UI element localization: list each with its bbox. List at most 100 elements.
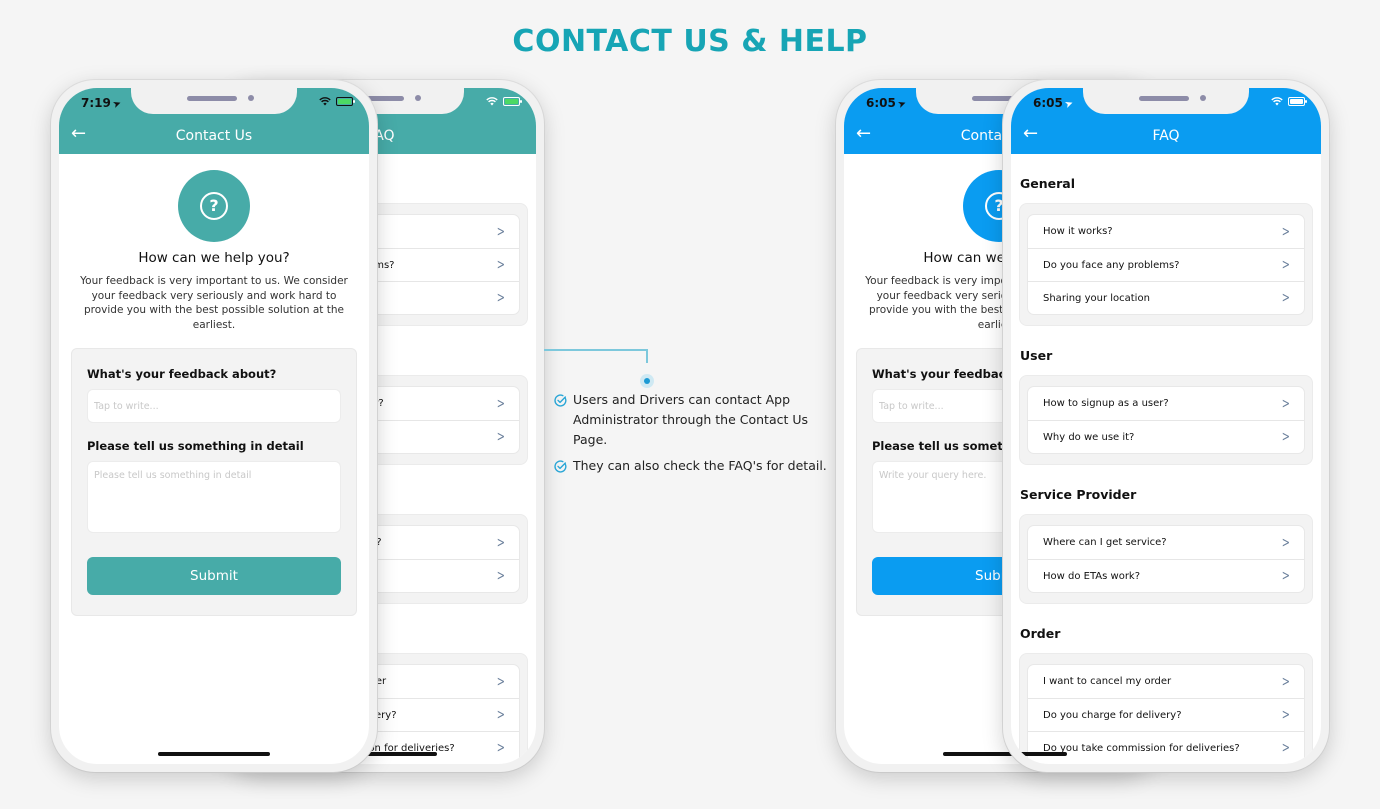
status-icons	[1271, 97, 1307, 106]
faq-question: Where can I get service?	[1043, 537, 1167, 548]
chevron-right-icon: >	[1282, 673, 1291, 690]
teal-contact-phone: 7:19➤ ← Contact Us ? How can we help you…	[51, 80, 377, 772]
feature-note: Users and Drivers can contact App Admini…	[554, 390, 834, 450]
chevron-right-icon: >	[497, 257, 506, 273]
chevron-right-icon: >	[1282, 395, 1291, 412]
nav-title: FAQ	[1152, 128, 1180, 144]
chevron-right-icon: >	[1282, 223, 1291, 240]
chevron-right-icon: >	[497, 707, 506, 723]
faq-question: Do you charge for delivery?	[1043, 709, 1182, 721]
faq-question: Do you face any problems?	[1043, 259, 1180, 271]
status-icons	[319, 97, 355, 106]
faq-question: Sharing your location	[1043, 292, 1150, 304]
faq-item[interactable]: Why do we use it? >	[1028, 420, 1304, 453]
chevron-right-icon: >	[497, 395, 506, 412]
feedback-label: What's your feedback about?	[87, 367, 277, 381]
detail-textarea[interactable]	[87, 461, 341, 533]
check-circle-icon	[554, 394, 567, 407]
teal-contact-header: 7:19➤ ← Contact Us	[59, 88, 369, 154]
home-indicator	[1011, 752, 1067, 756]
chevron-right-icon: >	[497, 429, 506, 445]
wifi-icon	[319, 97, 331, 106]
teal-contact-screen: 7:19➤ ← Contact Us ? How can we help you…	[59, 88, 369, 764]
faq-item[interactable]: I want to cancel my order >	[1028, 665, 1304, 698]
status-time: 7:19➤	[81, 96, 123, 112]
blue-faq-screen: 6:05➤ ← FAQ General How it works? > Do you …	[1011, 88, 1321, 764]
check-circle-icon	[554, 460, 567, 473]
faq-question: I want to cancel my order	[1043, 676, 1172, 687]
help-heading: How can we help you?	[138, 250, 290, 266]
faq-section-title: Order	[1020, 626, 1061, 641]
status-icons	[486, 97, 522, 106]
chevron-right-icon: >	[497, 534, 506, 551]
faq-group: I want to cancel my order>Do you charge …	[1019, 653, 1313, 764]
chevron-right-icon: >	[1282, 257, 1291, 273]
faq-question: How to signup as a user?	[1043, 398, 1169, 409]
faq-question: Why do we use it?	[1043, 431, 1135, 443]
faq-question-list: Where can I get service?>How do ETAs wor…	[1027, 525, 1305, 593]
feedback-input[interactable]	[87, 389, 341, 423]
home-indicator	[158, 752, 270, 756]
faq-item[interactable]: How it works? >	[1028, 215, 1304, 248]
feature-note: They can also check the FAQ's for detail…	[554, 456, 834, 476]
status-time: 6:05➤	[1033, 96, 1075, 112]
blue-faq-phone: 6:05➤ ← FAQ General How it works? > Do you …	[1003, 80, 1329, 772]
connector-line	[544, 349, 648, 351]
location-arrow-icon: ➤	[1063, 97, 1075, 112]
wifi-icon	[1271, 97, 1283, 106]
faq-list: GeneralHow it works?>Do you face any pro…	[1011, 154, 1321, 764]
notch	[131, 88, 297, 114]
faq-item[interactable]: How do ETAs work? >	[1028, 559, 1304, 592]
battery-icon	[1288, 97, 1307, 106]
chevron-right-icon: >	[1282, 568, 1291, 584]
faq-item[interactable]: Do you charge for delivery? >	[1028, 698, 1304, 731]
chevron-right-icon: >	[497, 673, 506, 690]
chevron-right-icon: >	[1282, 534, 1291, 551]
chevron-right-icon: >	[497, 568, 506, 584]
status-time: 6:05➤	[866, 96, 908, 112]
contact-form-area: ? How can we help you? Your feedback is …	[59, 154, 369, 616]
location-arrow-icon: ➤	[896, 97, 908, 112]
battery-charging-icon	[503, 97, 522, 106]
help-description: Your feedback is very important to us. W…	[80, 275, 348, 331]
chevron-right-icon: >	[1282, 290, 1291, 306]
battery-charging-icon	[336, 97, 355, 106]
faq-question-list: I want to cancel my order>Do you charge …	[1027, 664, 1305, 764]
chevron-right-icon: >	[497, 290, 506, 306]
chevron-right-icon: >	[1282, 429, 1291, 445]
faq-section-title: Service Provider	[1020, 487, 1137, 502]
connector-dot	[640, 374, 654, 388]
faq-item[interactable]: Sharing your location >	[1028, 281, 1304, 314]
faq-section: GeneralHow it works?>Do you face any pro…	[1019, 176, 1313, 326]
nav-title: Contact Us	[175, 128, 253, 144]
chevron-right-icon: >	[1282, 707, 1291, 723]
chevron-right-icon: >	[1282, 740, 1291, 756]
faq-item[interactable]: Do you take commission for deliveries? >	[1028, 731, 1304, 764]
detail-label: Please tell us something in detail	[87, 439, 304, 453]
faq-question-list: How to signup as a user?>Why do we use i…	[1027, 386, 1305, 454]
faq-group: Where can I get service?>How do ETAs wor…	[1019, 514, 1313, 604]
faq-section-title: General	[1020, 176, 1075, 191]
wifi-icon	[486, 97, 498, 106]
connector-line	[646, 349, 648, 363]
faq-question: How it works?	[1043, 226, 1113, 237]
faq-section: UserHow to signup as a user?>Why do we u…	[1019, 348, 1313, 465]
notch	[1083, 88, 1249, 114]
faq-group: How it works? > Do you face any problems? >…	[1019, 203, 1313, 326]
faq-section: Service Provider Where can I get service?…	[1019, 487, 1313, 604]
submit-button[interactable]: Submit	[87, 557, 341, 595]
faq-item[interactable]: Where can I get service? >	[1028, 526, 1304, 559]
faq-group: How to signup as a user?>Why do we use i…	[1019, 375, 1313, 465]
faq-question: Do you take commission for deliveries?	[1043, 742, 1240, 754]
chevron-right-icon: >	[497, 740, 506, 756]
faq-item[interactable]: How to signup as a user? >	[1028, 387, 1304, 420]
blue-faq-header: 6:05➤ ← FAQ	[1011, 88, 1321, 154]
page-title: CONTACT US & HELP	[512, 24, 868, 59]
faq-item[interactable]: Do you face any problems? >	[1028, 248, 1304, 281]
faq-question: How do ETAs work?	[1043, 570, 1141, 582]
faq-section: OrderI want to cancel my order>Do you ch…	[1019, 626, 1313, 764]
feature-notes: Users and Drivers can contact App Admini…	[554, 390, 834, 482]
chevron-right-icon: >	[497, 223, 506, 240]
help-badge: ?	[178, 170, 250, 242]
location-arrow-icon: ➤	[111, 97, 123, 112]
